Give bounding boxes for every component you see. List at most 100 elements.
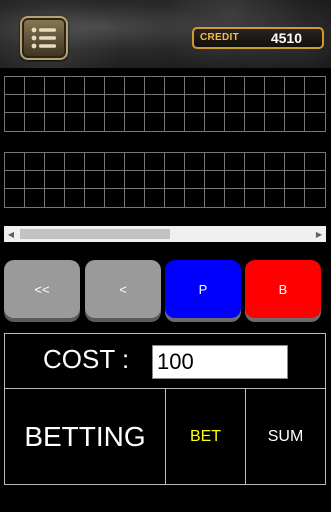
grid-cell (65, 153, 85, 171)
grid-cell (105, 77, 125, 95)
cost-input[interactable]: 100 (152, 345, 288, 379)
grid-cell (165, 171, 185, 189)
grid-cell (245, 189, 265, 207)
grid-cell (85, 77, 105, 95)
bet-button[interactable]: BET (166, 389, 246, 484)
grid-cell (45, 77, 65, 95)
grid-cell (245, 153, 265, 171)
sum-label: SUM (267, 427, 304, 445)
grid-cell (145, 171, 165, 189)
grid-cell (125, 153, 145, 171)
grid-cell (25, 189, 45, 207)
credit-label: CREDIT (200, 32, 240, 43)
grid-cell (105, 153, 125, 171)
app-root: CREDIT 4510 ◀ ▶ << < P B COST : 100 BETT… (0, 0, 331, 512)
previous-button[interactable]: < (85, 260, 161, 318)
grid-cell (205, 77, 225, 95)
grid-cell (185, 153, 205, 171)
grid-cell (265, 95, 285, 113)
grid-cell (185, 171, 205, 189)
grid-cell (205, 171, 225, 189)
grid-cell (225, 113, 245, 131)
player-button[interactable]: P (165, 260, 241, 318)
grid-cell (265, 113, 285, 131)
betting-label: BETTING (24, 420, 146, 452)
grid-cell (165, 95, 185, 113)
grid-cell (45, 95, 65, 113)
grid-cell (65, 113, 85, 131)
grid-cell (245, 95, 265, 113)
grid-cell (285, 77, 305, 95)
grid-cell (5, 77, 25, 95)
grid-cell (85, 95, 105, 113)
grid-cell (205, 113, 225, 131)
grid-cell (145, 77, 165, 95)
grid-cell (125, 171, 145, 189)
grid-cell (105, 95, 125, 113)
grid-cell (85, 189, 105, 207)
grid-cell (125, 77, 145, 95)
grid-cell (245, 113, 265, 131)
grid-cell (265, 77, 285, 95)
banker-button-label: B (278, 281, 288, 297)
grid-cell (285, 153, 305, 171)
scroll-left-arrow-icon[interactable]: ◀ (4, 226, 18, 242)
grid-cell (45, 153, 65, 171)
grid-cell (5, 95, 25, 113)
grid-cell (85, 113, 105, 131)
player-button-label: P (198, 281, 208, 297)
grid-cell (305, 189, 325, 207)
grid-cell (185, 77, 205, 95)
grid-cell (45, 113, 65, 131)
grid-cell (65, 77, 85, 95)
grid-cell (305, 171, 325, 189)
grid-cell (5, 171, 25, 189)
grid-cell (65, 95, 85, 113)
grid-cell (25, 153, 45, 171)
grid-cell (205, 153, 225, 171)
grid-cell (125, 189, 145, 207)
grid-cell (305, 95, 325, 113)
grid-cell (145, 189, 165, 207)
grid-cell (225, 95, 245, 113)
grid-cell (85, 171, 105, 189)
grid-cell (205, 95, 225, 113)
grid-cell (45, 171, 65, 189)
grid-cell (305, 113, 325, 131)
grid-cell (285, 171, 305, 189)
horizontal-scrollbar[interactable]: ◀ ▶ (4, 226, 326, 242)
actions-row: BETTING BET SUM (4, 389, 326, 485)
grid-cell (225, 189, 245, 207)
grid-cell (85, 153, 105, 171)
grid-cell (185, 113, 205, 131)
menu-list-icon (31, 27, 56, 49)
grid-cell (225, 77, 245, 95)
header-bar: CREDIT 4510 (0, 0, 331, 68)
grid-cell (165, 153, 185, 171)
grid-cell (165, 113, 185, 131)
grid-cell (225, 171, 245, 189)
scroll-thumb[interactable] (20, 229, 170, 239)
first-button[interactable]: << (4, 260, 80, 318)
grid-cell (25, 113, 45, 131)
grid-cell (185, 95, 205, 113)
scroll-right-arrow-icon[interactable]: ▶ (312, 226, 326, 242)
first-button-label: << (34, 281, 50, 297)
banker-button[interactable]: B (245, 260, 321, 318)
bet-label: BET (189, 427, 222, 445)
grid-cell (145, 153, 165, 171)
grid-cell (205, 189, 225, 207)
grid-cell (285, 113, 305, 131)
grid-cell (165, 77, 185, 95)
grid-cell (5, 113, 25, 131)
betting-button[interactable]: BETTING (5, 389, 166, 484)
cost-row: COST : 100 (4, 333, 326, 389)
grid-cell (265, 171, 285, 189)
grid-cell (285, 189, 305, 207)
grid-cell (265, 189, 285, 207)
grid-cell (5, 153, 25, 171)
menu-button[interactable] (20, 16, 68, 60)
previous-button-label: < (119, 281, 127, 297)
grid-cell (5, 189, 25, 207)
sum-button[interactable]: SUM (246, 389, 325, 484)
